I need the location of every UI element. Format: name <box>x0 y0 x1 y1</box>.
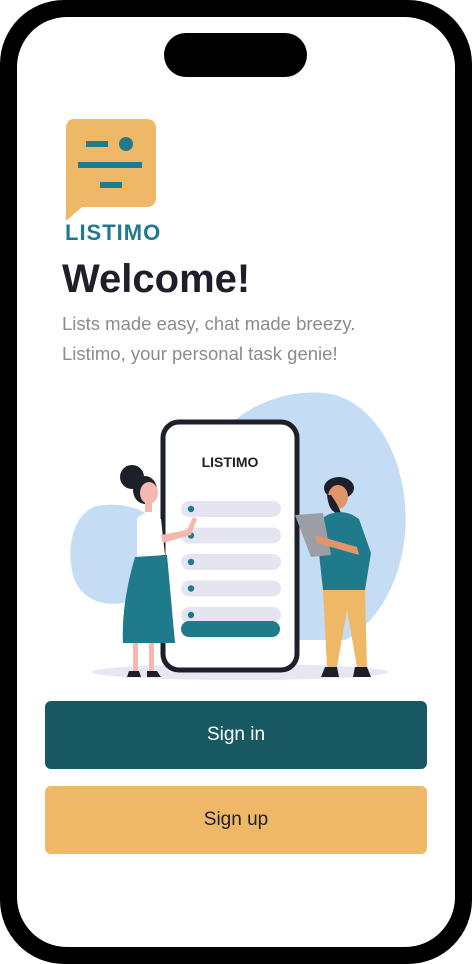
illustration-phone-button <box>181 621 280 637</box>
welcome-title: Welcome! <box>62 257 251 301</box>
app-brand-name: LISTIMO <box>65 220 162 245</box>
illustration-list-row <box>181 527 281 544</box>
illustration-list-row <box>181 607 281 623</box>
welcome-subtitle: Lists made easy, chat made breezy. Listi… <box>62 309 422 369</box>
subtitle-line-2: Listimo, your personal task genie! <box>62 343 338 364</box>
illustration-list-bullet <box>187 558 195 566</box>
illustration-list-row <box>181 580 281 597</box>
illustration-phone-brand: LISTIMO <box>202 454 259 470</box>
illustration-list-row <box>181 554 281 570</box>
welcome-illustration: LISTIMO <box>70 392 406 680</box>
sign-up-button[interactable]: Sign up <box>45 786 427 854</box>
illustration-list-bullet <box>187 585 195 592</box>
app-screen: LISTIMO Welcome! Lists made easy, chat m… <box>17 17 455 947</box>
illustration-list-bullet <box>187 611 195 619</box>
sign-in-button[interactable]: Sign in <box>45 701 427 769</box>
illustration-list-bullet <box>187 505 195 513</box>
dynamic-island <box>164 33 307 77</box>
illustration-list-row <box>181 501 281 517</box>
chat-bubble-list-icon <box>66 119 156 221</box>
subtitle-line-1: Lists made easy, chat made breezy. <box>62 313 356 334</box>
phone-frame: LISTIMO Welcome! Lists made easy, chat m… <box>0 0 472 964</box>
